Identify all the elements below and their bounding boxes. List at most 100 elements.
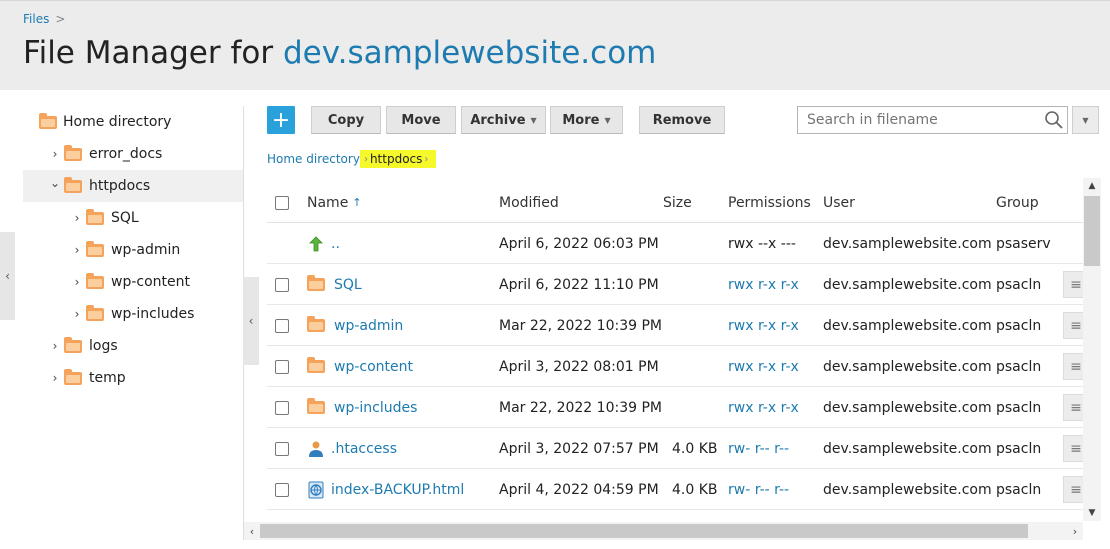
breadcrumb: Files > (23, 12, 65, 26)
table-row[interactable]: SQL April 6, 2022 11:10 PM rwx r-x r-x d… (267, 264, 1089, 305)
chevron-right-icon[interactable]: › (72, 243, 82, 257)
file-name-link[interactable]: wp-includes (334, 400, 417, 416)
column-header-user[interactable]: User (823, 182, 855, 223)
path-current: › httpdocs › (359, 150, 437, 168)
scroll-up-icon[interactable]: ▲ (1083, 178, 1101, 194)
hamburger-icon: ≡ (1070, 276, 1082, 293)
chevron-right-icon[interactable]: › (50, 147, 60, 161)
permissions-link[interactable]: rwx r-x r-x (728, 264, 799, 305)
group-cell: psaserv (996, 235, 1051, 252)
left-panel-collapse-tab[interactable]: ‹ (0, 232, 15, 320)
tree-item-httpdocs[interactable]: ⌄ httpdocs (23, 170, 243, 202)
tree-item-label: SQL (111, 210, 139, 226)
scroll-down-icon[interactable]: ▼ (1083, 505, 1101, 521)
modified-cell: April 6, 2022 06:03 PM (499, 235, 659, 252)
tree-item-wp-includes[interactable]: › wp-includes (23, 298, 243, 330)
breadcrumb-files-link[interactable]: Files (23, 12, 49, 26)
file-name-link[interactable]: SQL (334, 277, 362, 293)
permissions-link[interactable]: rwx r-x r-x (728, 305, 799, 346)
file-name-link[interactable]: wp-content (334, 359, 413, 375)
page-title: File Manager for dev.samplewebsite.com (23, 35, 656, 71)
folder-icon (307, 275, 325, 291)
user-cell: dev.samplewebsite.com (823, 317, 992, 334)
permissions-link[interactable]: rw- r-- r-- (728, 428, 789, 469)
parent-directory-icon (309, 235, 323, 251)
archive-button[interactable]: Archive ▼ (461, 106, 546, 134)
row-checkbox[interactable] (275, 359, 289, 374)
chevron-right-icon[interactable]: › (72, 211, 82, 225)
remove-button[interactable]: Remove (639, 106, 725, 134)
chevron-right-icon[interactable]: › (50, 339, 60, 353)
vertical-scrollbar[interactable]: ▲ ▼ (1083, 178, 1101, 521)
scroll-right-icon[interactable]: › (1067, 522, 1083, 540)
row-checkbox[interactable] (275, 400, 289, 415)
tree-item-error-docs[interactable]: › error_docs (23, 138, 243, 170)
copy-button-label: Copy (327, 112, 365, 128)
search-icon[interactable] (1044, 110, 1064, 130)
scroll-left-icon[interactable]: ‹ (244, 522, 260, 540)
permissions-link[interactable]: rwx r-x r-x (728, 346, 799, 387)
row-checkbox[interactable] (275, 277, 289, 292)
chevron-right-icon[interactable]: › (50, 371, 60, 385)
select-all-checkbox[interactable] (275, 195, 289, 210)
caret-down-icon: ▼ (530, 115, 537, 125)
table-row[interactable]: index-BACKUP.html April 4, 2022 04:59 PM… (267, 469, 1089, 510)
tree-collapse-handle[interactable]: ‹ (243, 277, 259, 365)
html-file-icon (308, 481, 324, 498)
table-row[interactable]: .. April 6, 2022 06:03 PM rwx --x --- de… (267, 223, 1083, 264)
row-checkbox[interactable] (275, 318, 289, 333)
column-header-group[interactable]: Group (996, 182, 1039, 223)
table-row[interactable]: wp-admin Mar 22, 2022 10:39 PM rwx r-x r… (267, 305, 1089, 346)
directory-tree: Home directory › error_docs ⌄ httpdocs ›… (23, 106, 243, 394)
table-row[interactable]: wp-includes Mar 22, 2022 10:39 PM rwx r-… (267, 387, 1089, 428)
chevron-right-icon[interactable]: › (72, 307, 82, 321)
chevron-right-icon: › (424, 153, 429, 165)
horizontal-scrollbar[interactable]: ‹ › (244, 522, 1083, 540)
permissions-link[interactable]: rwx r-x r-x (728, 387, 799, 428)
search-options-dropdown[interactable]: ▼ (1072, 106, 1099, 134)
table-row[interactable]: .htaccess April 3, 2022 07:57 PM 4.0 KB … (267, 428, 1089, 469)
column-header-name[interactable]: Name ↑ (307, 182, 362, 223)
group-cell: psacln (996, 440, 1042, 457)
file-name-link[interactable]: .. (331, 236, 340, 252)
tree-item-home-directory[interactable]: Home directory (23, 106, 243, 138)
page-title-domain[interactable]: dev.samplewebsite.com (283, 35, 656, 71)
row-checkbox[interactable] (275, 482, 289, 497)
chevron-right-icon[interactable]: › (72, 275, 82, 289)
tree-item-wp-admin[interactable]: › wp-admin (23, 234, 243, 266)
user-cell: dev.samplewebsite.com (823, 235, 992, 252)
table-header: Name ↑ Modified Size Permissions User Gro… (267, 182, 1083, 223)
folder-icon (64, 336, 82, 353)
horizontal-scroll-thumb[interactable] (260, 524, 1028, 538)
move-button[interactable]: Move (386, 106, 456, 134)
table-row[interactable]: wp-content April 3, 2022 08:01 PM rwx r-… (267, 346, 1089, 387)
tree-item-wp-content[interactable]: › wp-content (23, 266, 243, 298)
group-cell: psacln (996, 399, 1042, 416)
tree-item-logs[interactable]: › logs (23, 330, 243, 362)
copy-button[interactable]: Copy (311, 106, 381, 134)
row-checkbox[interactable] (275, 441, 289, 456)
file-name-link[interactable]: .htaccess (331, 441, 397, 457)
column-header-modified[interactable]: Modified (499, 182, 559, 223)
path-home-link[interactable]: Home directory (267, 152, 360, 166)
file-name-link[interactable]: index-BACKUP.html (331, 482, 464, 498)
vertical-scroll-thumb[interactable] (1084, 196, 1100, 266)
hamburger-icon: ≡ (1070, 440, 1082, 457)
breadcrumb-separator: > (55, 12, 66, 26)
tree-item-sql[interactable]: › SQL (23, 202, 243, 234)
file-name-link[interactable]: wp-admin (334, 318, 403, 334)
column-header-size[interactable]: Size (663, 182, 692, 223)
path-current-label: httpdocs (369, 152, 423, 166)
folder-icon (86, 240, 104, 257)
size-cell: 4.0 KB (672, 481, 718, 498)
chevron-down-icon[interactable]: ⌄ (50, 176, 60, 190)
tree-item-label: Home directory (63, 114, 172, 130)
more-button[interactable]: More ▼ (550, 106, 623, 134)
column-header-permissions[interactable]: Permissions (728, 182, 811, 223)
remove-button-label: Remove (652, 112, 712, 128)
modified-cell: Mar 22, 2022 10:39 PM (499, 317, 662, 334)
tree-item-temp[interactable]: › temp (23, 362, 243, 394)
search-input[interactable] (797, 106, 1068, 134)
add-button[interactable]: + (267, 106, 295, 134)
permissions-link[interactable]: rw- r-- r-- (728, 469, 789, 510)
